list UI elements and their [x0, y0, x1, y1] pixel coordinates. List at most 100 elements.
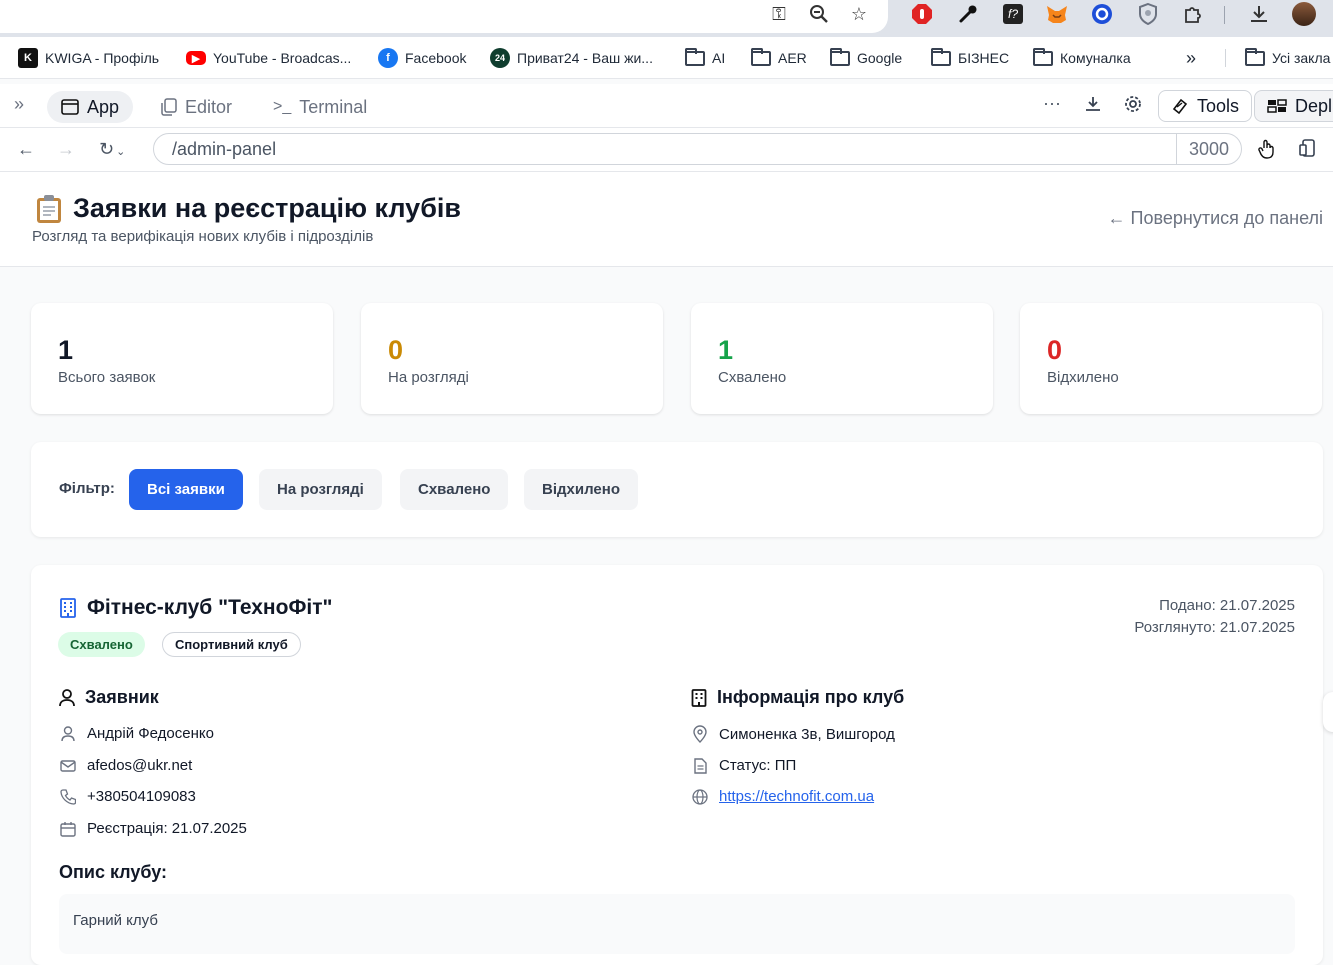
building-icon	[691, 688, 707, 707]
metamask-extension-icon[interactable]	[1044, 2, 1070, 26]
globe-icon	[691, 788, 709, 805]
tab-editor[interactable]: Editor	[147, 91, 246, 123]
expand-sidebar-icon[interactable]: »	[14, 94, 24, 115]
terminal-prompt-icon: >_	[273, 98, 292, 115]
more-bookmarks-chevron-icon[interactable]: »	[1186, 47, 1196, 69]
floating-side-handle[interactable]	[1323, 692, 1333, 732]
page-header: Заявки на реєстрацію клубів Розгляд та в…	[0, 172, 1333, 267]
bookmark-folder-ai[interactable]: AI	[685, 47, 725, 69]
port-field[interactable]: 3000	[1175, 134, 1241, 164]
bookmark-youtube[interactable]: ▶ YouTube - Broadcas...	[186, 47, 351, 69]
reviewed-date: Розглянуто: 21.07.2025	[1134, 619, 1295, 636]
applicant-registration-row: Реєстрація: 21.07.2025	[59, 820, 247, 837]
toolbar-divider	[1224, 6, 1225, 24]
bookmark-privat24[interactable]: 24 Приват24 - Ваш жи...	[490, 47, 653, 69]
tools-button[interactable]: Tools	[1158, 90, 1253, 122]
status-badge: Схвалено	[58, 632, 145, 657]
club-website-link[interactable]: https://technofit.com.ua	[719, 788, 874, 805]
forward-arrow-icon[interactable]: →	[57, 139, 75, 160]
dev-toolbar: » App Editor >_ Terminal ··· Tools Depl	[0, 84, 1333, 128]
calendar-icon	[59, 821, 77, 837]
bookmark-folder-all[interactable]: Усі закла	[1245, 47, 1330, 69]
application-dates: Подано: 21.07.2025 Розглянуто: 21.07.202…	[1134, 595, 1295, 639]
deploy-button[interactable]: Depl	[1254, 90, 1333, 122]
bookmarks-divider	[1225, 49, 1226, 67]
back-arrow-icon[interactable]: ←	[17, 139, 35, 160]
device-toggle-icon[interactable]	[1298, 139, 1316, 157]
bookmarks-bar: K KWIGA - Профіль ▶ YouTube - Broadcas..…	[0, 37, 1333, 79]
stat-value: 0	[388, 335, 404, 365]
club-type-badge: Спортивний клуб	[162, 632, 301, 657]
filter-rejected-button[interactable]: Відхилено	[524, 469, 638, 510]
more-options-icon[interactable]: ···	[1043, 93, 1061, 114]
filter-label: Фільтр:	[59, 480, 115, 497]
person-icon	[59, 725, 77, 742]
tab-terminal[interactable]: >_ Terminal	[259, 91, 381, 123]
adblock-extension-icon[interactable]	[909, 2, 935, 26]
bookmark-folder-business[interactable]: БІЗНЕС	[931, 47, 1009, 69]
map-pin-icon	[691, 725, 709, 743]
page-subtitle: Розгляд та верифікація нових клубів і пі…	[32, 228, 374, 245]
stat-card-approved: 1 Схвалено	[691, 303, 993, 414]
app-window-icon	[61, 99, 79, 115]
download-project-icon[interactable]	[1084, 95, 1102, 113]
bookmark-folder-aer[interactable]: AER	[751, 47, 807, 69]
url-input[interactable]: /admin-panel 3000	[153, 133, 1242, 165]
bookmark-star-icon[interactable]: ☆	[846, 2, 872, 26]
preview-url-bar: ← → ↻ ⌄ /admin-panel 3000	[0, 128, 1333, 172]
applicant-email-row: afedos@ukr.net	[59, 757, 192, 774]
filter-card: Фільтр: Всі заявки На розгляді Схвалено …	[31, 442, 1323, 537]
filter-all-button[interactable]: Всі заявки	[129, 469, 243, 510]
club-application-card: Фітнес-клуб "ТехноФіт" Схвалено Спортивн…	[31, 565, 1323, 965]
tab-app[interactable]: App	[47, 91, 134, 123]
stat-value: 1	[58, 335, 74, 365]
omnibox-tail	[0, 0, 888, 33]
facebook-icon: f	[378, 48, 398, 68]
stat-value: 0	[1047, 335, 1063, 365]
back-to-panel-link[interactable]: ← Повернутися до панелі	[1108, 208, 1323, 229]
app-viewport: Заявки на реєстрацію клубів Розгляд та в…	[0, 172, 1333, 965]
download-icon[interactable]	[1246, 2, 1272, 26]
stat-label: На розгляді	[388, 369, 469, 386]
bookmark-facebook[interactable]: f Facebook	[378, 47, 466, 69]
editor-files-icon	[161, 98, 177, 116]
folder-icon	[1033, 47, 1053, 66]
club-info-section-title: Інформація про клуб	[691, 687, 904, 708]
url-path: /admin-panel	[172, 138, 277, 159]
deploy-icon	[1267, 99, 1287, 113]
club-website-row: https://technofit.com.ua	[691, 788, 874, 805]
settings-gear-icon[interactable]	[1124, 95, 1142, 113]
folder-icon	[830, 47, 850, 66]
extensions-puzzle-icon[interactable]	[1180, 2, 1206, 26]
filter-approved-button[interactable]: Схвалено	[400, 469, 509, 510]
password-key-icon[interactable]: ⚿	[766, 2, 792, 26]
stat-label: Схвалено	[718, 369, 787, 386]
eyedropper-extension-icon[interactable]	[955, 2, 981, 26]
tracker-extension-icon[interactable]	[1089, 2, 1115, 26]
filter-pending-button[interactable]: На розгляді	[259, 469, 382, 510]
stat-card-rejected: 0 Відхилено	[1020, 303, 1322, 414]
font-extension-icon[interactable]: f?	[1000, 2, 1026, 26]
tools-icon	[1172, 98, 1188, 115]
page-title: Заявки на реєстрацію клубів	[35, 193, 461, 224]
stat-value: 1	[718, 335, 734, 365]
folder-icon	[931, 47, 951, 66]
clipboard-icon	[35, 194, 63, 224]
bookmark-kwiga[interactable]: K KWIGA - Профіль	[18, 47, 159, 69]
club-address-row: Симоненка 3в, Вишгород	[691, 725, 895, 743]
pointer-hand-icon[interactable]	[1258, 139, 1276, 159]
applicant-section-title: Заявник	[59, 687, 159, 708]
submitted-date: Подано: 21.07.2025	[1159, 597, 1295, 614]
zoom-icon[interactable]	[806, 2, 832, 26]
bookmark-folder-google[interactable]: Google	[830, 47, 902, 69]
shield-extension-icon[interactable]	[1135, 2, 1161, 26]
reload-icon[interactable]: ↻ ⌄	[99, 139, 125, 160]
description-box: Гарний клуб	[59, 894, 1295, 954]
stat-label: Всього заявок	[58, 369, 156, 386]
bookmark-folder-utilities[interactable]: Комуналка	[1033, 47, 1131, 69]
kwiga-icon: K	[18, 48, 38, 68]
youtube-icon: ▶	[186, 51, 206, 65]
document-icon	[691, 757, 709, 774]
stat-card-total: 1 Всього заявок	[31, 303, 333, 414]
profile-avatar[interactable]	[1291, 2, 1317, 26]
